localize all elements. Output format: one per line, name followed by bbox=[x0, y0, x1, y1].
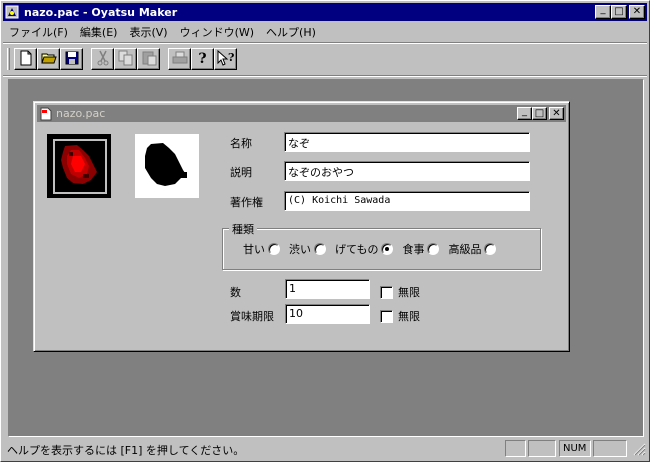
doc-close-button[interactable]: ✕ bbox=[549, 107, 564, 120]
quantity-field[interactable]: 1 bbox=[285, 279, 370, 299]
app-titlebar[interactable]: nazo.pac - Oyatsu Maker _ □ ✕ bbox=[3, 3, 647, 21]
radio-label: 甘い bbox=[243, 243, 265, 256]
category-option-weird[interactable]: げてもの bbox=[335, 241, 394, 257]
radio-label: 高級品 bbox=[448, 243, 482, 256]
checkbox[interactable] bbox=[380, 285, 393, 299]
radio-label: 渋い bbox=[289, 243, 311, 256]
category-option-luxury[interactable]: 高級品 bbox=[448, 241, 497, 257]
cut-button[interactable] bbox=[91, 48, 114, 70]
context-help-button[interactable]: ? bbox=[214, 48, 237, 70]
menu-window[interactable]: ウィンドウ(W) bbox=[174, 24, 260, 40]
radio-label: 食事 bbox=[402, 243, 425, 256]
open-folder-icon bbox=[40, 51, 57, 68]
menu-view[interactable]: 表示(V) bbox=[123, 24, 173, 40]
help-icon: ? bbox=[198, 51, 207, 67]
copy-button[interactable] bbox=[114, 48, 137, 70]
description-label: 説明 bbox=[230, 166, 252, 179]
radio-button[interactable] bbox=[484, 243, 497, 255]
status-pane-num: NUM bbox=[559, 440, 591, 457]
category-legend: 種類 bbox=[229, 221, 257, 237]
copyright-label: 著作権 bbox=[230, 196, 263, 209]
close-icon: ✕ bbox=[552, 107, 561, 119]
minimize-icon: _ bbox=[522, 105, 527, 117]
radio-label: げてもの bbox=[335, 243, 379, 256]
name-field[interactable]: なぞ bbox=[284, 132, 530, 152]
size-grip-icon[interactable] bbox=[633, 443, 646, 459]
toolbar-grip[interactable] bbox=[7, 48, 10, 70]
save-button[interactable] bbox=[60, 48, 83, 70]
copy-icon bbox=[118, 50, 134, 69]
status-bar: ヘルプを表示するには [F1] を押してください。 NUM bbox=[3, 439, 647, 459]
doc-maximize-button[interactable]: □ bbox=[532, 107, 547, 120]
document-titlebar[interactable]: nazo.pac _ □ ✕ bbox=[37, 105, 566, 122]
expiry-label: 賞味期限 bbox=[230, 310, 274, 323]
menu-file[interactable]: ファイル(F) bbox=[3, 24, 74, 40]
radio-button[interactable] bbox=[268, 243, 280, 255]
menu-edit[interactable]: 編集(E) bbox=[74, 24, 124, 40]
category-options: 甘い 渋い げてもの 食事 高級品 bbox=[243, 241, 505, 257]
paste-icon bbox=[141, 50, 157, 69]
doc-minimize-button[interactable]: _ bbox=[517, 105, 532, 120]
new-file-icon bbox=[19, 50, 33, 69]
mdi-client-area[interactable]: nazo.pac _ □ ✕ 名称 なぞ 説明 なぞのおやつ 著作権 (C) K… bbox=[8, 79, 644, 437]
name-label: 名称 bbox=[230, 137, 252, 150]
maximize-button[interactable]: □ bbox=[611, 5, 627, 19]
quantity-label: 数 bbox=[230, 286, 241, 299]
document-window: nazo.pac _ □ ✕ 名称 なぞ 説明 なぞのおやつ 著作権 (C) K… bbox=[33, 101, 570, 352]
description-field[interactable]: なぞのおやつ bbox=[284, 161, 530, 181]
status-help-text: ヘルプを表示するには [F1] を押してください。 bbox=[7, 444, 245, 457]
checkbox[interactable] bbox=[380, 309, 393, 323]
minimize-button[interactable]: _ bbox=[595, 5, 611, 19]
print-icon bbox=[172, 51, 188, 68]
application-window: nazo.pac - Oyatsu Maker _ □ ✕ ファイル(F) 編集… bbox=[0, 0, 650, 462]
close-button[interactable]: ✕ bbox=[629, 5, 645, 19]
radio-button[interactable] bbox=[314, 243, 326, 255]
app-icon[interactable] bbox=[5, 4, 21, 20]
close-icon: ✕ bbox=[632, 6, 642, 17]
quantity-unlimited-checkbox[interactable]: 無限 bbox=[380, 284, 420, 300]
checkbox-label: 無限 bbox=[398, 310, 420, 323]
copyright-field[interactable]: (C) Koichi Sawada bbox=[284, 191, 530, 211]
menu-bar: ファイル(F) 編集(E) 表示(V) ウィンドウ(W) ヘルプ(H) bbox=[3, 22, 647, 41]
snack-color-image[interactable] bbox=[47, 134, 111, 198]
radio-button-selected[interactable] bbox=[381, 243, 394, 255]
radio-button[interactable] bbox=[427, 243, 440, 255]
snack-mask-image[interactable] bbox=[135, 134, 199, 198]
new-button[interactable] bbox=[14, 48, 37, 70]
paste-button[interactable] bbox=[137, 48, 160, 70]
category-option-astringent[interactable]: 渋い bbox=[289, 241, 326, 257]
maximize-icon: □ bbox=[534, 107, 545, 119]
status-pane-blank bbox=[528, 440, 556, 457]
status-pane-scroll bbox=[593, 440, 627, 457]
app-title: nazo.pac - Oyatsu Maker bbox=[24, 5, 178, 19]
checkbox-label: 無限 bbox=[398, 286, 420, 299]
print-button[interactable] bbox=[168, 48, 191, 70]
minimize-icon: _ bbox=[600, 4, 606, 15]
app-window-controls: _ □ ✕ bbox=[595, 5, 645, 19]
category-group: 種類 甘い 渋い げてもの 食事 高級品 bbox=[222, 221, 541, 270]
menu-help[interactable]: ヘルプ(H) bbox=[260, 24, 322, 40]
toolbar: ? ? bbox=[3, 44, 647, 74]
save-icon bbox=[65, 51, 79, 68]
document-title: nazo.pac bbox=[56, 107, 106, 120]
about-button[interactable]: ? bbox=[191, 48, 214, 70]
toolbar-divider bbox=[3, 75, 647, 77]
expiry-unlimited-checkbox[interactable]: 無限 bbox=[380, 308, 420, 324]
open-button[interactable] bbox=[37, 48, 60, 70]
category-option-meal[interactable]: 食事 bbox=[402, 241, 440, 257]
cut-icon bbox=[96, 50, 110, 69]
context-help-icon: ? bbox=[217, 49, 235, 69]
document-window-controls: _ □ ✕ bbox=[517, 105, 564, 120]
category-option-sweet[interactable]: 甘い bbox=[243, 241, 280, 257]
document-icon[interactable] bbox=[39, 107, 53, 121]
svg-text:?: ? bbox=[228, 51, 234, 64]
status-pane-caps bbox=[505, 440, 526, 457]
expiry-field[interactable]: 10 bbox=[285, 304, 370, 324]
maximize-icon: □ bbox=[614, 6, 624, 17]
